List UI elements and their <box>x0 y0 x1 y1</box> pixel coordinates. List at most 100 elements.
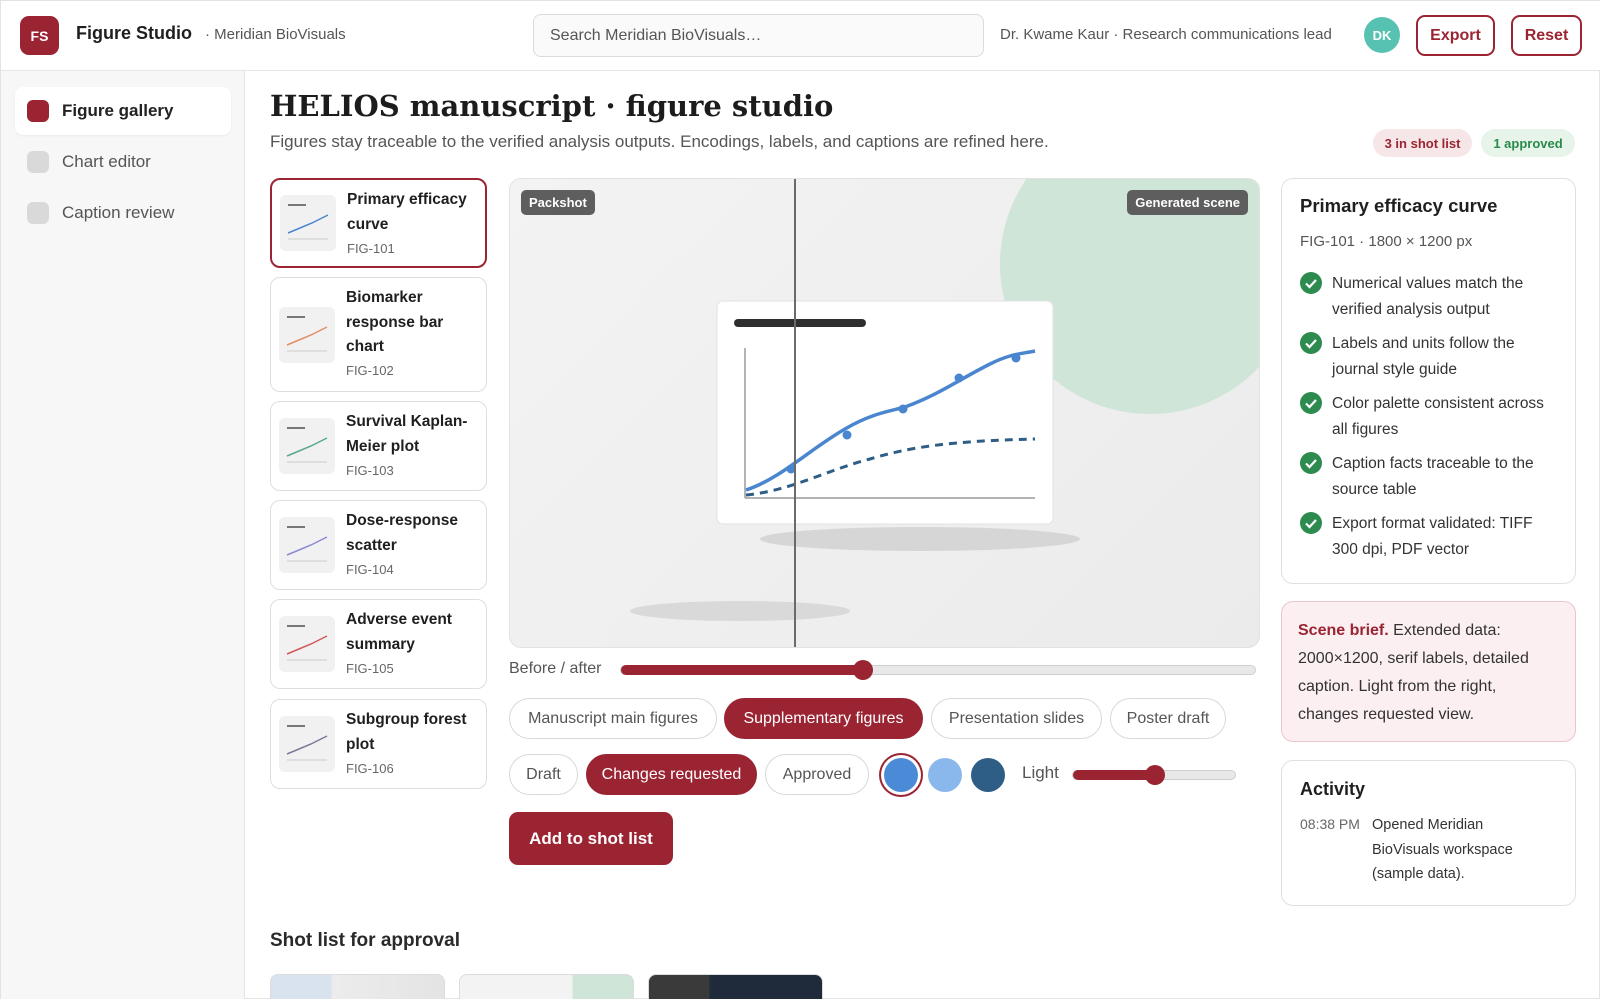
activity-panel: Activity 08:38 PM Opened Meridian BioVis… <box>1281 760 1576 906</box>
figure-id: FIG-105 <box>346 661 394 676</box>
activity-title: Activity <box>1300 779 1366 799</box>
before-after-slider[interactable] <box>620 660 1256 680</box>
figure-id: FIG-104 <box>346 562 394 577</box>
thumb-svg <box>286 625 328 661</box>
chart-editor-icon <box>27 151 49 173</box>
sidebar-item-caption-review[interactable]: Caption review <box>15 189 231 237</box>
scene-shadow <box>630 601 850 621</box>
figure-card[interactable]: Adverse event summary FIG-105 <box>270 599 487 689</box>
check-text: Labels and units follow the journal styl… <box>1332 335 1515 378</box>
check-text: Numerical values match the verified anal… <box>1332 275 1524 318</box>
chip-supplementary-figures[interactable]: Supplementary figures <box>724 698 923 739</box>
activity-text: Opened Meridian BioVisuals workspace (sa… <box>1372 817 1513 882</box>
thumb-svg <box>286 725 328 761</box>
mock-point <box>842 430 852 440</box>
check-icon <box>1300 332 1322 354</box>
check-text: Export format validated: TIFF 300 dpi, P… <box>1332 515 1533 558</box>
check-icon <box>1300 452 1322 474</box>
light-slider[interactable] <box>1072 765 1236 785</box>
thumb-svg <box>286 316 328 352</box>
chart-thumbnail-icon <box>279 517 335 573</box>
scene-shadow <box>760 527 1080 551</box>
chart-thumbnail-icon <box>279 716 335 772</box>
shot-list-card[interactable] <box>270 974 445 999</box>
shot-list-count-badge: 3 in shot list <box>1373 129 1472 157</box>
status-changes-requested[interactable]: Changes requested <box>586 754 757 795</box>
color-swatch[interactable] <box>971 758 1005 792</box>
activity-time: 08:38 PM <box>1300 816 1360 832</box>
status-draft[interactable]: Draft <box>509 754 578 795</box>
figure-card[interactable]: Survival Kaplan-Meier plot FIG-103 <box>270 401 487 491</box>
slider-handle[interactable] <box>853 660 873 680</box>
shot-list-heading: Shot list for approval <box>270 930 461 951</box>
figure-name: Survival Kaplan-Meier plot <box>346 413 468 455</box>
page-subtitle: Figures stay traceable to the verified a… <box>270 132 1049 151</box>
search-input[interactable] <box>533 14 984 57</box>
mock-point <box>898 404 908 414</box>
app-title: Figure Studio <box>76 23 192 43</box>
chip-manuscript-main-figures[interactable]: Manuscript main figures <box>509 698 717 739</box>
color-swatch[interactable] <box>928 758 962 792</box>
figure-card[interactable]: Subgroup forest plot FIG-106 <box>270 699 487 789</box>
chart-thumbnail-icon <box>279 307 335 363</box>
figure-card[interactable]: Primary efficacy curve FIG-101 <box>270 178 487 268</box>
app-window: FS Figure Studio · Meridian BioVisuals D… <box>0 0 1600 999</box>
figure-preview[interactable]: Packshot Generated scene <box>509 178 1260 648</box>
chip-poster-draft[interactable]: Poster draft <box>1110 698 1226 739</box>
figure-name: Primary efficacy curve <box>347 191 467 233</box>
figure-gallery-icon <box>27 100 49 122</box>
mock-title-bar <box>734 319 866 327</box>
figure-id: FIG-103 <box>346 463 394 478</box>
details-meta: FIG-101 · 1800 × 1200 px <box>1300 233 1473 250</box>
figure-card[interactable]: Dose-response scatter FIG-104 <box>270 500 487 590</box>
thumb-svg <box>286 526 328 562</box>
check-icon <box>1300 272 1322 294</box>
avatar[interactable]: DK <box>1364 17 1400 53</box>
figure-details-panel: Primary efficacy curve FIG-101 · 1800 × … <box>1281 178 1576 584</box>
figure-name: Dose-response scatter <box>346 512 458 554</box>
workspace-name: · Meridian BioVisuals <box>205 26 346 43</box>
chart-thumbnail-icon <box>280 195 336 251</box>
chip-presentation-slides[interactable]: Presentation slides <box>931 698 1102 739</box>
before-after-divider[interactable] <box>794 179 796 647</box>
approved-count-badge: 1 approved <box>1481 129 1575 157</box>
check-text: Color palette consistent across all figu… <box>1332 395 1544 438</box>
shot-list-card[interactable] <box>648 974 823 999</box>
light-label: Light <box>1022 763 1059 782</box>
sidebar-item-figure-gallery[interactable]: Figure gallery <box>15 87 231 135</box>
color-swatch[interactable] <box>884 758 918 792</box>
shot-list-card[interactable] <box>459 974 634 999</box>
status-approved[interactable]: Approved <box>765 754 869 795</box>
slider-fill <box>1073 770 1155 780</box>
sidebar-item-label: Figure gallery <box>62 101 174 120</box>
chart-thumbnail-icon <box>279 616 335 672</box>
add-to-shot-list-button[interactable]: Add to shot list <box>509 812 673 865</box>
scene-brief-lead: Scene brief. <box>1298 622 1389 639</box>
figure-name: Subgroup forest plot <box>346 711 467 753</box>
figure-id: FIG-106 <box>346 761 394 776</box>
generated-scene-tag: Generated scene <box>1127 190 1248 215</box>
packshot-tag: Packshot <box>521 190 595 215</box>
export-button[interactable]: Export <box>1416 15 1495 56</box>
chart-thumbnail-icon <box>279 418 335 474</box>
caption-review-icon <box>27 202 49 224</box>
sidebar: Figure gallery Chart editor Caption revi… <box>1 71 245 999</box>
before-after-label: Before / after <box>509 660 602 677</box>
scene-brief: Scene brief. Extended data: 2000×1200, s… <box>1281 601 1576 742</box>
app-logo: FS <box>20 16 59 55</box>
slider-fill <box>621 665 863 675</box>
sidebar-item-chart-editor[interactable]: Chart editor <box>15 138 231 186</box>
figure-id: FIG-101 <box>347 241 395 256</box>
reset-button[interactable]: Reset <box>1511 15 1582 56</box>
thumb-svg <box>286 427 328 463</box>
top-bar: FS Figure Studio · Meridian BioVisuals D… <box>1 1 1600 71</box>
check-icon <box>1300 392 1322 414</box>
thumb-svg <box>287 204 329 240</box>
details-title: Primary efficacy curve <box>1300 195 1498 216</box>
slider-handle[interactable] <box>1145 765 1165 785</box>
figure-name: Adverse event summary <box>346 611 452 653</box>
check-text: Caption facts traceable to the source ta… <box>1332 455 1534 498</box>
figure-card[interactable]: Biomarker response bar chart FIG-102 <box>270 277 487 392</box>
check-icon <box>1300 512 1322 534</box>
figure-name: Biomarker response bar chart <box>346 289 444 355</box>
